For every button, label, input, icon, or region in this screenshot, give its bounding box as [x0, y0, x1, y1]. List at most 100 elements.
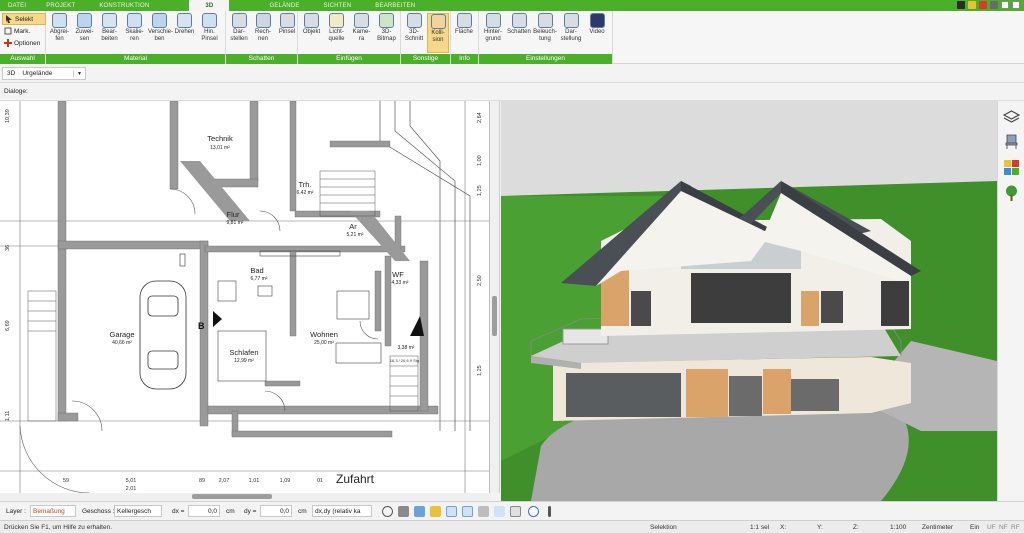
print-icon[interactable] — [990, 1, 998, 9]
palette-icon[interactable] — [1003, 159, 1020, 176]
help-icon[interactable] — [1001, 1, 1009, 9]
dx-input[interactable]: 0,0 — [188, 505, 220, 517]
room-area: 5,21 m² — [347, 232, 364, 238]
beleuchtung-label: Beleuch- tung — [533, 29, 557, 42]
menu-tab-strip: DATEI PROJEKT KONSTRUKTION 3D GELÄNDE SI… — [0, 0, 1024, 11]
darstellung-button[interactable]: Dar- stellung — [559, 13, 583, 53]
dim-label: 1,01 — [249, 478, 260, 484]
status-mode: Selektion — [650, 524, 677, 531]
rechnen-label: Rech- nen — [254, 29, 271, 42]
bearbeiten-button[interactable]: Bear- beiten — [98, 13, 121, 53]
dy-input[interactable]: 0,0 — [260, 505, 292, 517]
optionen-label: Optionen — [14, 39, 41, 47]
mark-button[interactable]: Mark. — [2, 25, 46, 37]
minimize-icon[interactable] — [1012, 1, 1020, 9]
drehen-label: Drehen — [174, 29, 195, 35]
floor-plan-canvas[interactable]: B Technik 13,01 m² Trh. 6,42 m² Flur 9,8… — [0, 101, 490, 493]
group-label-sonstige: Sonstige — [401, 54, 450, 64]
3dschnitt-button[interactable]: 3D- Schnitt — [403, 13, 425, 53]
skalieren-button[interactable]: Skalie- ren — [123, 13, 146, 53]
zuweisen-label: Zuwei- sen — [75, 29, 94, 42]
tab-sichten[interactable]: SICHTEN — [312, 0, 364, 11]
chair-icon[interactable] — [1003, 133, 1020, 150]
dialog-toolbar: Dialoge: — [0, 84, 1024, 101]
status-x-label: X: — [780, 524, 787, 531]
horizontal-scrollbar[interactable] — [0, 493, 490, 501]
tab-gelaende[interactable]: GELÄNDE — [257, 0, 311, 11]
abgreifen-label: Abgrei- fen — [49, 29, 70, 42]
kollision-label: Kolli- sion — [431, 30, 445, 43]
mode-select[interactable]: dx,dy (relativ ka — [312, 505, 372, 517]
schatten-button[interactable]: Schatten — [507, 13, 531, 53]
dialoge-area — [36, 86, 336, 99]
room-name: Ar — [349, 222, 357, 231]
verschieben-label: Verschie- ben — [148, 29, 174, 42]
group-sonstige: 3D- Schnitt Kolli- sion Sonstige — [401, 11, 451, 64]
view-select[interactable]: 3D Urgelände ▼ — [2, 67, 86, 80]
layer-select[interactable]: Bemaßung — [30, 505, 76, 517]
hinpinsel-button[interactable]: Hin. Pinsel — [198, 13, 221, 53]
beleuchtung-button[interactable]: Beleuch- tung — [533, 13, 557, 53]
pinsel-button[interactable]: Pinsel — [276, 13, 298, 53]
3d-side-toolbar — [997, 101, 1024, 501]
north-icon[interactable] — [528, 506, 539, 517]
hintergrund-label: Hinter- grund — [483, 29, 502, 42]
3d-scene[interactable] — [501, 101, 997, 501]
tab-3d[interactable]: 3D — [189, 0, 230, 11]
status-zoom: 1:100 — [890, 524, 907, 531]
drehen-button[interactable]: Drehen — [173, 13, 196, 53]
brush-icon[interactable] — [957, 1, 965, 9]
tab-konstruktion[interactable]: KONSTRUKTION — [87, 0, 161, 11]
video-button[interactable]: Video — [585, 13, 609, 53]
dialoge-label: Dialoge: — [4, 88, 28, 95]
grid-icon[interactable] — [510, 506, 521, 517]
line-icon[interactable] — [446, 506, 457, 517]
kollision-button[interactable]: Kolli- sion — [427, 13, 449, 53]
lichtquelle-button[interactable]: Licht- quelle — [325, 13, 348, 53]
kamera-button[interactable]: Kame- ra — [350, 13, 373, 53]
render-icon[interactable] — [430, 506, 441, 517]
fläche-button[interactable]: Fläche — [453, 13, 475, 53]
vertical-scrollbar[interactable] — [490, 101, 500, 493]
darstellen-button[interactable]: Dar- stellen — [228, 13, 250, 53]
stair-note: 16,3 / 26,6 9 Stg. — [390, 358, 420, 363]
tab-datei[interactable]: DATEI — [0, 0, 34, 11]
clock-icon[interactable] — [382, 506, 393, 517]
beleuchtung-icon — [537, 13, 553, 28]
scrollbar-thumb[interactable] — [192, 494, 272, 499]
3d-view[interactable] — [501, 101, 997, 501]
hintergrund-button[interactable]: Hinter- grund — [481, 13, 505, 53]
dim-label: 6,69 — [5, 320, 11, 331]
dim-label: 1,09 — [280, 478, 291, 484]
abgreifen-button[interactable]: Abgrei- fen — [48, 13, 71, 53]
pen-icon[interactable] — [494, 506, 505, 517]
camera-icon[interactable] — [398, 506, 409, 517]
tab-projekt[interactable]: PROJEKT — [34, 0, 87, 11]
room-name: Bad — [250, 266, 263, 275]
scrollbar-thumb[interactable] — [492, 296, 497, 336]
more-icon[interactable] — [548, 506, 551, 517]
rechnen-icon — [255, 13, 271, 28]
geschoss-select[interactable]: Kellergesch — [114, 505, 162, 517]
optionen-button[interactable]: Optionen — [2, 37, 46, 49]
layers-icon[interactable] — [1003, 109, 1020, 126]
dim-label: 1,11 — [5, 411, 11, 421]
objekt-button[interactable]: Objekt — [300, 13, 323, 53]
verschieben-button[interactable]: Verschie- ben — [148, 13, 174, 53]
darstellung-label: Dar- stellung — [560, 29, 582, 42]
drehen-icon — [177, 13, 192, 28]
floor-plan-view[interactable]: B Technik 13,01 m² Trh. 6,42 m² Flur 9,8… — [0, 101, 490, 493]
save-icon[interactable] — [979, 1, 987, 9]
selekt-button[interactable]: Selekt — [2, 13, 46, 25]
tab-bearbeiten[interactable]: BEARBEITEN — [363, 0, 427, 11]
3dbitmap-button[interactable]: 3D- Bitmap — [375, 13, 398, 53]
view-icon[interactable] — [414, 506, 425, 517]
kamera-label: Kame- ra — [352, 29, 371, 42]
layer-toggle-icon[interactable] — [478, 506, 489, 517]
zuweisen-button[interactable]: Zuwei- sen — [73, 13, 96, 53]
status-help: Drücken Sie F1, um Hilfe zu erhalten. — [4, 524, 113, 531]
rechnen-button[interactable]: Rech- nen — [252, 13, 274, 53]
snap-icon[interactable] — [462, 506, 473, 517]
folder-icon[interactable] — [968, 1, 976, 9]
tree-icon[interactable] — [1003, 185, 1020, 202]
